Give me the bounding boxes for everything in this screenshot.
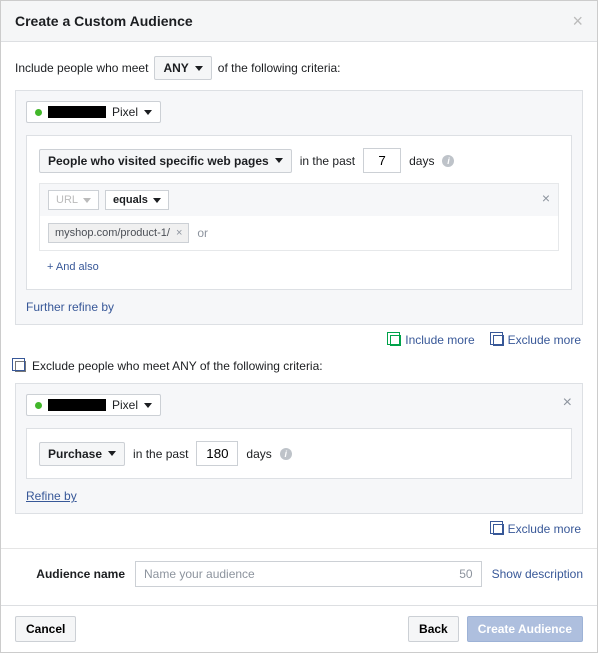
include-more-button[interactable]: Include more xyxy=(390,333,474,347)
exclude-actions-row: Exclude more xyxy=(17,522,581,536)
days-label: days xyxy=(246,447,271,461)
url-param-dropdown[interactable]: URL xyxy=(48,190,99,210)
cancel-button[interactable]: Cancel xyxy=(15,616,76,642)
exclude-more-icon xyxy=(493,524,504,535)
event-dropdown[interactable]: Purchase xyxy=(39,442,125,466)
caret-down-icon xyxy=(153,198,161,203)
caret-down-icon xyxy=(83,198,91,203)
pixel-suffix: Pixel xyxy=(112,398,138,412)
exclude-more-label: Exclude more xyxy=(508,522,581,536)
audience-name-row: Audience name Name your audience 50 Show… xyxy=(15,561,583,587)
pixel-name-redacted xyxy=(48,399,106,411)
exclude-more-button[interactable]: Exclude more xyxy=(493,333,581,347)
refine-by-link[interactable]: Refine by xyxy=(26,489,572,503)
dialog-titlebar: Create a Custom Audience × xyxy=(1,1,597,42)
caret-down-icon xyxy=(275,158,283,163)
pixel-source-dropdown[interactable]: Pixel xyxy=(26,394,161,416)
back-button[interactable]: Back xyxy=(408,616,459,642)
exclude-more-label: Exclude more xyxy=(508,333,581,347)
url-condition-header: URL equals × xyxy=(40,184,558,216)
custom-audience-dialog: Create a Custom Audience × Include peopl… xyxy=(0,0,598,653)
days-input[interactable] xyxy=(363,148,401,173)
or-label: or xyxy=(197,226,208,240)
event-dropdown[interactable]: People who visited specific web pages xyxy=(39,149,292,173)
remove-condition-icon[interactable]: × xyxy=(542,190,550,206)
url-token: myshop.com/product-1/ × xyxy=(48,223,189,243)
include-rule-row: People who visited specific web pages in… xyxy=(39,148,559,173)
audience-name-placeholder: Name your audience xyxy=(144,567,255,581)
url-token-text: myshop.com/product-1/ xyxy=(55,227,170,239)
days-input[interactable] xyxy=(196,441,238,466)
status-dot-icon xyxy=(35,402,42,409)
audience-name-input[interactable]: Name your audience 50 xyxy=(135,561,482,587)
exclude-more-button[interactable]: Exclude more xyxy=(493,522,581,536)
create-audience-button[interactable]: Create Audience xyxy=(467,616,583,642)
audience-name-label: Audience name xyxy=(15,567,125,581)
caret-down-icon xyxy=(108,451,116,456)
include-criteria-line: Include people who meet ANY of the follo… xyxy=(15,56,583,80)
event-value: People who visited specific web pages xyxy=(48,154,269,168)
days-label: days xyxy=(409,154,434,168)
caret-down-icon xyxy=(195,66,203,71)
further-refine-link[interactable]: Further refine by xyxy=(26,300,572,314)
caret-down-icon xyxy=(144,110,152,115)
remove-token-icon[interactable]: × xyxy=(176,227,182,239)
exclude-source-box: × Pixel Purchase in the past days i xyxy=(15,383,583,514)
remove-exclude-icon[interactable]: × xyxy=(563,394,572,412)
close-icon[interactable]: × xyxy=(572,14,583,28)
operator-value: equals xyxy=(113,194,148,206)
include-prefix: Include people who meet xyxy=(15,61,148,75)
dialog-title: Create a Custom Audience xyxy=(15,13,193,29)
exclude-rule-card: Purchase in the past days i xyxy=(26,428,572,479)
status-dot-icon xyxy=(35,109,42,116)
include-source-box: Pixel People who visited specific web pa… xyxy=(15,90,583,325)
include-more-label: Include more xyxy=(405,333,474,347)
url-label: URL xyxy=(56,194,78,206)
pixel-name-redacted xyxy=(48,106,106,118)
exclude-header: Exclude people who meet ANY of the follo… xyxy=(15,359,583,373)
caret-down-icon xyxy=(144,403,152,408)
divider xyxy=(1,548,597,549)
url-condition-box: URL equals × myshop.com/product-1/ × xyxy=(39,183,559,251)
show-description-link[interactable]: Show description xyxy=(492,567,583,581)
event-value: Purchase xyxy=(48,447,102,461)
past-prefix: in the past xyxy=(300,154,355,168)
dialog-footer: Cancel Back Create Audience xyxy=(1,605,597,652)
info-icon[interactable]: i xyxy=(442,155,454,167)
audience-name-remaining: 50 xyxy=(459,567,472,581)
exclude-header-text: Exclude people who meet ANY of the follo… xyxy=(32,359,323,373)
include-mode-value: ANY xyxy=(163,61,188,75)
url-token-row[interactable]: myshop.com/product-1/ × or xyxy=(40,216,558,250)
exclude-icon xyxy=(15,361,26,372)
exclude-more-icon xyxy=(493,335,504,346)
footer-right: Back Create Audience xyxy=(408,616,583,642)
include-mode-dropdown[interactable]: ANY xyxy=(154,56,211,80)
pixel-source-dropdown[interactable]: Pixel xyxy=(26,101,161,123)
include-rule-card: People who visited specific web pages in… xyxy=(26,135,572,290)
info-icon[interactable]: i xyxy=(280,448,292,460)
include-suffix: of the following criteria: xyxy=(218,61,341,75)
and-also-link[interactable]: + And also xyxy=(39,251,559,277)
include-actions-row: Include more Exclude more xyxy=(17,333,581,347)
exclude-rule-row: Purchase in the past days i xyxy=(39,441,559,466)
pixel-suffix: Pixel xyxy=(112,105,138,119)
include-more-icon xyxy=(390,335,401,346)
dialog-body: Include people who meet ANY of the follo… xyxy=(1,42,597,605)
past-prefix: in the past xyxy=(133,447,188,461)
url-operator-dropdown[interactable]: equals xyxy=(105,190,169,210)
